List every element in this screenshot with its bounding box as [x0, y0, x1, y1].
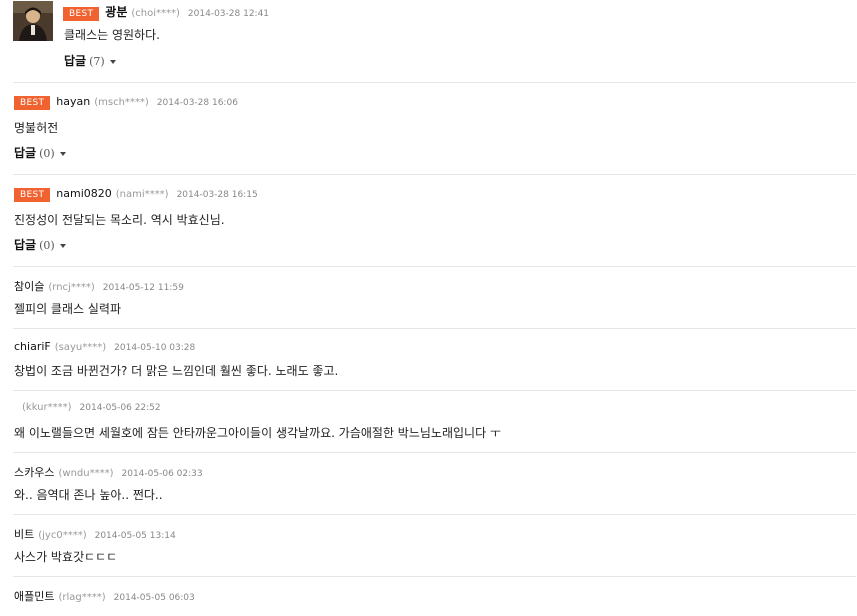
comment-item: chiariF (sayu****) 2014-05-10 03:28 창법이 …	[0, 329, 857, 390]
reply-toggle-button[interactable]: 답글 (7)	[64, 52, 116, 69]
comment-date: 2014-05-05 13:14	[94, 531, 176, 541]
comment-text: 젤피의 클래스 실력파	[14, 302, 121, 316]
reply-count: (7)	[89, 55, 105, 68]
comment-item: BEST hayan (msch****) 2014-03-28 16:06 명…	[0, 83, 857, 174]
reply-count: (0)	[39, 239, 55, 252]
comment-date: 2014-03-28 12:41	[187, 9, 270, 19]
comment-date: 2014-05-12 11:59	[102, 283, 184, 293]
comment-user-id: (rncj****)	[48, 282, 95, 293]
comment-text: 사스가 박효갓ㄷㄷㄷ	[14, 550, 118, 564]
comment-user-id: (nami****)	[115, 189, 169, 200]
comment-text: 왜 이노랠들으면 세월호에 잠든 안타까운그아이들이 생각날까요. 가슴애절한 …	[14, 426, 501, 440]
comment-date: 2014-05-10 03:28	[114, 343, 196, 353]
comment-text: 명불허전	[14, 121, 59, 135]
chevron-down-icon	[59, 151, 66, 156]
comment-nickname[interactable]: 스카우스	[14, 464, 54, 480]
comment-item: BEST 광분 (choi****) 2014-03-28 12:41 클래스는…	[0, 0, 857, 82]
comment-nickname[interactable]: 참이슬	[14, 278, 44, 294]
reply-toggle-button[interactable]: 답글 (0)	[14, 144, 66, 161]
comment-item: (kkur****) 2014-05-06 22:52 왜 이노랠들으면 세월호…	[0, 391, 857, 452]
comment-date: 2014-03-28 16:06	[156, 98, 238, 108]
comment-text: 진정성이 전달되는 목소리. 역시 박효신님.	[14, 213, 225, 227]
chevron-down-icon	[59, 243, 66, 248]
comment-user-id: (jyc0****)	[38, 530, 87, 541]
comment-item: 애플민트 (rlag****) 2014-05-05 06:03 ...	[0, 577, 857, 616]
comment-nickname[interactable]: 광분	[105, 3, 127, 20]
comment-date: 2014-05-06 02:33	[121, 469, 203, 479]
comment-text: 클래스는 영원하다.	[64, 28, 160, 42]
comment-user-id: (choi****)	[131, 8, 180, 19]
best-badge: BEST	[63, 7, 100, 21]
avatar[interactable]	[13, 1, 53, 41]
comment-text: ...	[14, 610, 25, 616]
reply-label: 답글	[14, 146, 37, 160]
comment-nickname[interactable]: nami0820	[56, 187, 111, 200]
comment-user-id: (sayu****)	[54, 342, 107, 353]
best-badge: BEST	[14, 96, 51, 110]
reply-toggle-button[interactable]: 답글 (0)	[14, 236, 66, 253]
chevron-down-icon	[109, 59, 116, 64]
reply-count: (0)	[39, 147, 55, 160]
comment-date: 2014-05-06 22:52	[79, 403, 161, 413]
comment-user-id: (wndu****)	[58, 468, 114, 479]
comment-text: 창법이 조금 바뀐건가? 더 맑은 느낌인데 훨씬 좋다. 노래도 좋고.	[14, 364, 339, 378]
comment-item: 비트 (jyc0****) 2014-05-05 13:14 사스가 박효갓ㄷㄷ…	[0, 515, 857, 576]
best-badge: BEST	[14, 188, 51, 202]
comment-user-id: (msch****)	[94, 97, 149, 108]
comment-nickname[interactable]: hayan	[56, 95, 90, 108]
comment-user-id: (kkur****)	[22, 402, 72, 413]
comment-date: 2014-05-05 06:03	[113, 593, 195, 603]
comment-item: 참이슬 (rncj****) 2014-05-12 11:59 젤피의 클래스 …	[0, 267, 857, 328]
reply-label: 답글	[14, 238, 37, 252]
comment-nickname[interactable]: 비트	[14, 526, 34, 542]
reply-label: 답글	[64, 54, 87, 68]
comment-user-id: (rlag****)	[58, 592, 106, 603]
comment-item: BEST nami0820 (nami****) 2014-03-28 16:1…	[0, 175, 857, 266]
comment-item: 스카우스 (wndu****) 2014-05-06 02:33 와.. 음역대…	[0, 453, 857, 514]
comment-nickname[interactable]: 애플민트	[14, 588, 54, 604]
comment-date: 2014-03-28 16:15	[176, 190, 258, 200]
comment-text: 와.. 음역대 존나 높아.. 쩐다..	[14, 488, 163, 502]
comment-nickname[interactable]: chiariF	[14, 340, 51, 353]
